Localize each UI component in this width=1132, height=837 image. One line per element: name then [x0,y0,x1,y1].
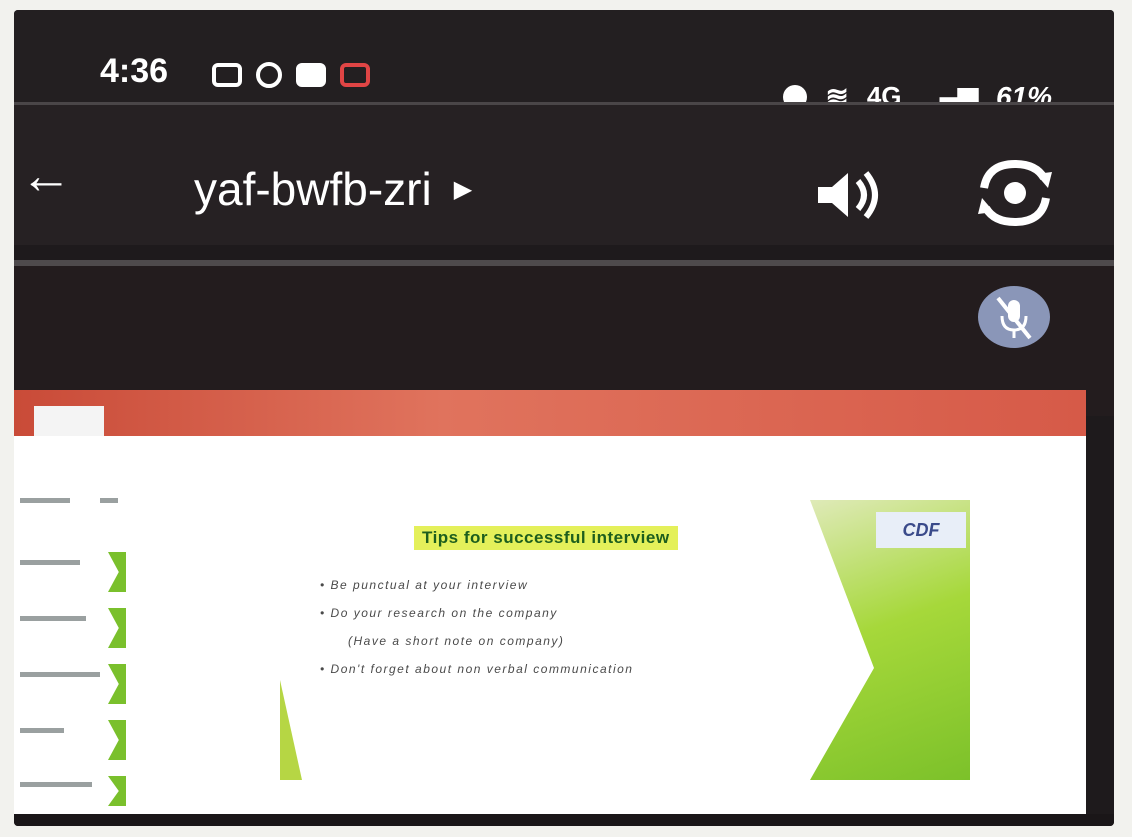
mic-muted-icon[interactable] [978,286,1050,348]
slide-logo: CDF [876,512,966,548]
bottom-bar [14,814,1114,826]
speaker-icon[interactable] [814,165,882,225]
slide-thumbnail[interactable] [108,720,126,760]
camera-switch-icon[interactable] [974,158,1056,228]
slide-thumbnail-line [20,782,92,787]
slide-bullet: • Don't forget about non verbal communic… [320,662,634,676]
slide-thumbnail-line [20,560,80,565]
presentation-ribbon [14,390,1086,436]
app-notification-icon [340,63,370,87]
opera-notification-icon [256,62,282,88]
video-notification-icon [212,63,242,87]
status-bar: 4:36 ≋ 4G ▂▄▆ 61% [14,10,1114,112]
slide-thumbnail-line [20,616,86,621]
back-arrow-icon[interactable]: ← [20,150,72,202]
slide-bullets: • Be punctual at your interview • Do you… [320,578,840,690]
meeting-code: yaf-bwfb-zri [194,163,432,215]
shared-presentation: CDF Tips for successful interview • Be p… [14,390,1086,814]
slide-thumbnail-line [20,728,64,733]
ribbon-tab [34,406,104,436]
slide-bullet: • Do your research on the company [320,606,558,620]
slide-title: Tips for successful interview [414,526,678,550]
phone-screen: 4:36 ≋ 4G ▂▄▆ 61% ← yaf-bwfb-zri ▶ CDF T… [14,10,1114,826]
meeting-title[interactable]: yaf-bwfb-zri ▶ [194,162,472,216]
notification-icons [212,62,370,88]
meeting-app-bar [14,105,1114,245]
slide-thumbnail[interactable] [108,776,126,806]
slide-bullet: • Be punctual at your interview [320,578,529,592]
message-notification-icon [296,63,326,87]
status-time: 4:36 [100,52,169,90]
slide-thumbnail-line [100,498,118,503]
current-slide: CDF Tips for successful interview • Be p… [280,500,970,780]
play-arrow-icon: ▶ [453,175,473,203]
slide-decoration [280,680,302,780]
slide-thumbnail[interactable] [108,664,126,704]
slide-thumbnail[interactable] [108,552,126,592]
slide-thumbnail-line [20,672,100,677]
slide-sub-bullet: (Have a short note on company) [348,634,565,648]
slide-thumbnail[interactable] [108,608,126,648]
slide-thumbnail-line [20,498,70,503]
slide-thumbnail-panel [14,436,134,814]
